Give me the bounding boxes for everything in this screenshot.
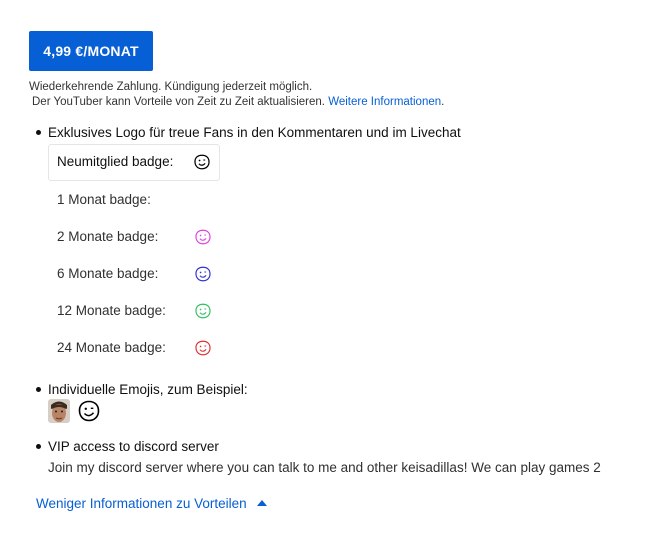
perk-logo-title: Exklusives Logo für treue Fans in den Ko… bbox=[36, 124, 461, 141]
face-photo-emoji-icon bbox=[48, 399, 70, 423]
caret-up-icon bbox=[256, 500, 267, 507]
perk-discord-title: VIP access to discord server bbox=[36, 438, 219, 455]
smiley-badge-blue-icon bbox=[195, 266, 211, 282]
badge-row-new-member: Neumitglied badge: bbox=[57, 151, 210, 173]
note-line-2: Der YouTuber kann Vorteile von Zeit zu Z… bbox=[32, 96, 445, 108]
smiley-badge-magenta-icon bbox=[195, 229, 211, 245]
bullet-dot bbox=[36, 386, 41, 392]
badge-row-12-months: 12 Monate badge: bbox=[57, 300, 211, 322]
note-line-1: Wiederkehrende Zahlung. Kündigung jederz… bbox=[29, 81, 313, 93]
perk-discord-description: Join my discord server where you can tal… bbox=[48, 460, 601, 475]
badge-row-24-months: 24 Monate badge: bbox=[57, 337, 211, 359]
perk-emojis-title: Individuelle Emojis, zum Beispiel: bbox=[36, 381, 248, 398]
bullet-dot bbox=[36, 129, 41, 135]
join-price-button[interactable]: 4,99 €/MONAT bbox=[29, 31, 153, 71]
badge-row-2-months: 2 Monate badge: bbox=[57, 226, 211, 248]
bullet-dot bbox=[36, 443, 41, 449]
more-info-link[interactable]: Weitere Informationen bbox=[328, 96, 441, 108]
smiley-badge-icon bbox=[194, 154, 210, 170]
smiley-emoji-icon bbox=[78, 400, 100, 422]
smiley-badge-green-icon bbox=[195, 303, 211, 319]
recurring-payment-note: Wiederkehrende Zahlung. Kündigung jederz… bbox=[29, 80, 444, 110]
less-info-label: Weniger Informationen zu Vorteilen bbox=[36, 496, 247, 511]
badge-row-6-months: 6 Monate badge: bbox=[57, 263, 211, 285]
less-info-toggle[interactable]: Weniger Informationen zu Vorteilen bbox=[36, 495, 267, 512]
badge-row-1-month: 1 Monat badge: bbox=[57, 192, 151, 207]
smiley-badge-red-icon bbox=[195, 340, 211, 356]
